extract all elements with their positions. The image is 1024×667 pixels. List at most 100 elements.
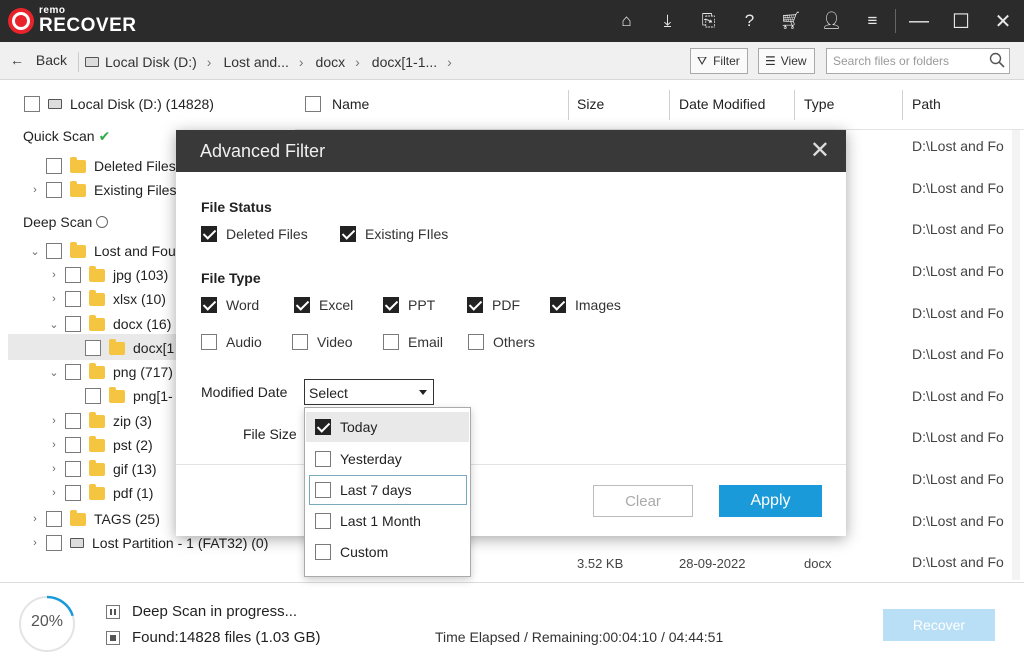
checkbox[interactable] <box>65 461 81 477</box>
checkbox[interactable] <box>340 226 356 242</box>
type-audio-option[interactable]: Audio <box>201 334 262 350</box>
checkbox[interactable] <box>315 451 331 467</box>
breadcrumb-item[interactable]: Local Disk (D:) <box>105 54 197 70</box>
type-images-option[interactable]: Images <box>550 297 621 313</box>
checkbox[interactable] <box>315 419 331 435</box>
checkbox[interactable] <box>550 297 566 313</box>
checkbox[interactable] <box>46 535 62 551</box>
checkbox[interactable] <box>65 437 81 453</box>
home-icon[interactable]: ⌂ <box>606 0 647 42</box>
tree-item-xlsx[interactable]: › xlsx (10) <box>47 287 166 311</box>
checkbox[interactable] <box>46 158 62 174</box>
checkbox[interactable] <box>85 388 101 404</box>
checkbox[interactable] <box>315 482 331 498</box>
checkbox[interactable] <box>383 334 399 350</box>
chevron-right-icon[interactable]: › <box>47 487 61 499</box>
apply-button[interactable]: Apply <box>719 485 822 517</box>
chevron-down-icon[interactable]: ⌄ <box>47 318 61 331</box>
chevron-right-icon[interactable]: › <box>28 184 42 196</box>
clear-button[interactable]: Clear <box>593 485 693 517</box>
column-date-modified[interactable]: Date Modified <box>679 96 765 112</box>
date-option-last-1-month[interactable]: Last 1 Month <box>306 506 469 536</box>
select-all-checkbox[interactable] <box>305 96 321 112</box>
column-size[interactable]: Size <box>577 96 604 112</box>
chevron-right-icon[interactable]: › <box>47 439 61 451</box>
maximize-icon[interactable]: ☐ <box>940 0 982 42</box>
checkbox[interactable] <box>201 297 217 313</box>
checkbox[interactable] <box>383 297 399 313</box>
tree-item-zip[interactable]: › zip (3) <box>47 409 152 433</box>
back-button[interactable]: ← Back <box>10 52 67 68</box>
tree-item-pdf[interactable]: › pdf (1) <box>47 481 153 505</box>
load-session-icon[interactable]: ⎘ <box>688 0 729 42</box>
type-video-option[interactable]: Video <box>292 334 353 350</box>
menu-icon[interactable]: ≡ <box>852 0 893 42</box>
checkbox[interactable] <box>46 511 62 527</box>
chevron-right-icon[interactable]: › <box>47 463 61 475</box>
checkbox[interactable] <box>65 364 81 380</box>
date-option-last-7-days[interactable]: Last 7 days <box>309 475 467 505</box>
date-option-custom[interactable]: Custom <box>306 537 469 567</box>
cart-icon[interactable]: 🛒︎ <box>770 0 811 42</box>
checkbox[interactable] <box>46 243 62 259</box>
help-icon[interactable]: ? <box>729 0 770 42</box>
tree-item-docx-sub[interactable]: docx[1 <box>85 336 174 360</box>
checkbox[interactable] <box>46 182 62 198</box>
tree-item-docx[interactable]: ⌄ docx (16) <box>47 312 171 336</box>
chevron-right-icon[interactable]: › <box>47 415 61 427</box>
checkbox[interactable] <box>65 413 81 429</box>
close-icon[interactable]: ✕ <box>810 136 830 165</box>
chevron-right-icon[interactable]: › <box>47 293 61 305</box>
tree-root[interactable]: Local Disk (D:) (14828) <box>24 92 214 116</box>
chevron-down-icon[interactable]: ⌄ <box>28 245 42 258</box>
tree-item-jpg[interactable]: › jpg (103) <box>47 263 168 287</box>
checkbox[interactable] <box>315 544 331 560</box>
close-window-icon[interactable]: ✕ <box>982 0 1024 42</box>
search-input[interactable]: Search files or folders <box>826 48 1010 74</box>
checkbox[interactable] <box>65 485 81 501</box>
tree-item-tags[interactable]: › TAGS (25) <box>28 507 160 531</box>
checkbox[interactable] <box>24 96 40 112</box>
tree-item-png[interactable]: ⌄ png (717) <box>47 360 173 384</box>
tree-item-png-sub[interactable]: png[1- <box>85 384 173 408</box>
column-path[interactable]: Path <box>912 96 941 112</box>
chevron-right-icon[interactable]: › <box>47 269 61 281</box>
checkbox[interactable] <box>65 316 81 332</box>
existing-files-option[interactable]: Existing FIles <box>340 226 448 242</box>
type-email-option[interactable]: Email <box>383 334 443 350</box>
checkbox[interactable] <box>201 226 217 242</box>
breadcrumb-item[interactable]: docx[1-1... <box>372 54 437 70</box>
user-icon[interactable]: 👤︎ <box>811 0 852 42</box>
tree-item-lost-found[interactable]: ⌄ Lost and Fou <box>28 239 176 263</box>
breadcrumb-item[interactable]: Lost and... <box>223 54 288 70</box>
filter-button[interactable]: ⛛ Filter <box>690 48 748 74</box>
chevron-down-icon[interactable]: ⌄ <box>47 366 61 379</box>
type-word-option[interactable]: Word <box>201 297 259 313</box>
checkbox[interactable] <box>467 297 483 313</box>
column-name[interactable]: Name <box>332 96 369 112</box>
type-pdf-option[interactable]: PDF <box>467 297 520 313</box>
search-icon[interactable] <box>989 52 1005 68</box>
tree-item-deleted[interactable]: Deleted Files <box>46 154 176 178</box>
modified-date-select[interactable]: Select <box>304 379 434 405</box>
type-excel-option[interactable]: Excel <box>294 297 353 313</box>
tree-item-gif[interactable]: › gif (13) <box>47 457 157 481</box>
stop-icon[interactable] <box>106 630 120 645</box>
date-option-yesterday[interactable]: Yesterday <box>306 444 469 474</box>
pause-icon[interactable] <box>106 604 120 619</box>
type-ppt-option[interactable]: PPT <box>383 297 435 313</box>
tree-item-existing[interactable]: › Existing Files <box>28 178 176 202</box>
save-session-icon[interactable]: ⤓ <box>647 0 688 42</box>
checkbox[interactable] <box>65 267 81 283</box>
checkbox[interactable] <box>292 334 308 350</box>
date-option-today[interactable]: Today <box>306 412 469 442</box>
type-others-option[interactable]: Others <box>468 334 535 350</box>
checkbox[interactable] <box>468 334 484 350</box>
recover-button[interactable]: Recover <box>883 609 995 641</box>
checkbox[interactable] <box>201 334 217 350</box>
checkbox[interactable] <box>315 513 331 529</box>
view-button[interactable]: ☰ View <box>758 48 815 74</box>
column-type[interactable]: Type <box>804 96 834 112</box>
deleted-files-option[interactable]: Deleted Files <box>201 226 308 242</box>
checkbox[interactable] <box>85 340 101 356</box>
